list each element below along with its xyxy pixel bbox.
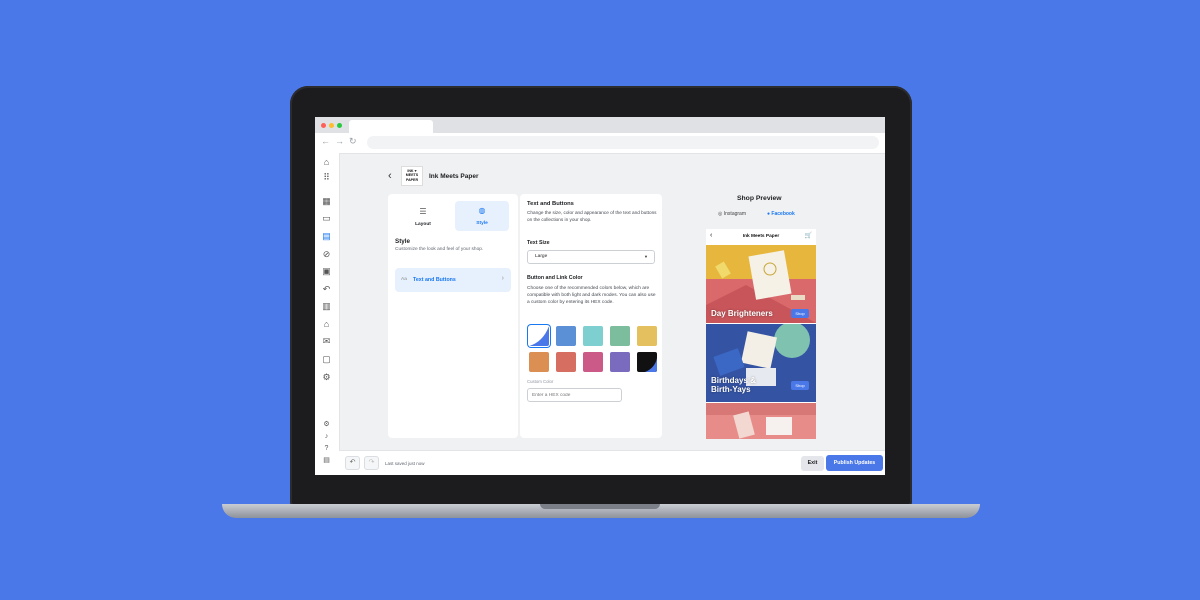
publish-updates-button[interactable]: Publish Updates <box>826 455 883 471</box>
tab-label: Instagram <box>723 211 746 217</box>
text-and-buttons-panel: Text and Buttons Change the size, color … <box>520 194 662 438</box>
settings-small-icon[interactable]: ⚙ <box>321 419 332 430</box>
browser-tab[interactable] <box>349 120 433 133</box>
monitor-icon[interactable]: ▭ <box>321 213 332 224</box>
text-size-icon: Aa <box>401 277 407 282</box>
laptop-notch <box>540 504 660 509</box>
report-icon[interactable]: ▤ <box>321 455 332 466</box>
tab-facebook[interactable]: ● Facebook <box>767 211 795 217</box>
window-maximize-dot[interactable] <box>337 123 342 128</box>
item-label: Text and Buttons <box>413 277 456 283</box>
address-bar[interactable] <box>367 136 879 149</box>
tab-label: Layout <box>415 222 431 227</box>
bank-icon[interactable]: ⌂ <box>321 319 332 330</box>
phone-preview: ‹ Ink Meets Paper 🛒 Day Brighteners Shop <box>706 229 816 439</box>
shop-button[interactable]: Shop <box>791 381 809 390</box>
half-swatch-icon <box>645 358 657 372</box>
text-size-select[interactable]: Large ▼ <box>527 250 655 264</box>
shop-logo: INK ♥ MEETS PAPER <box>401 166 423 186</box>
logo-line: PAPER <box>405 177 419 182</box>
color-swatch[interactable] <box>583 352 603 372</box>
reload-icon[interactable]: ↻ <box>349 136 357 147</box>
forward-arrow-icon[interactable]: → <box>335 136 344 146</box>
style-panel: ☰ Layout ◍ Style Style Customize the loo… <box>388 194 518 438</box>
back-arrow-icon[interactable]: ← <box>321 136 330 146</box>
browser-toolbar: ← → ↻ <box>315 133 885 154</box>
apps-grid-icon[interactable]: ⠿ <box>321 172 332 183</box>
cart-icon[interactable]: 🛒 <box>805 232 812 239</box>
home-icon[interactable]: ⌂ <box>321 157 332 168</box>
preview-title: Shop Preview <box>737 195 782 202</box>
shop-name: Ink Meets Paper <box>429 173 479 180</box>
help-icon[interactable]: ? <box>321 443 332 454</box>
collection-label: Birth-Yays <box>711 385 751 394</box>
chat-icon[interactable]: ▢ <box>321 354 332 365</box>
window-minimize-dot[interactable] <box>329 123 334 128</box>
color-swatch[interactable] <box>610 352 630 372</box>
button-color-description: Choose one of the recommended colors bel… <box>527 286 656 306</box>
panel-title: Style <box>395 238 411 245</box>
phone-header: ‹ Ink Meets Paper 🛒 <box>706 229 816 245</box>
grid-icon[interactable]: ▦ <box>321 196 332 207</box>
text-size-label: Text Size <box>527 240 550 246</box>
panel-description: Customize the look and feel of your shop… <box>395 247 484 252</box>
facebook-icon: ● <box>767 211 771 217</box>
chevron-right-icon: › <box>501 275 504 282</box>
bell-icon[interactable]: ♪ <box>321 431 332 442</box>
exit-button[interactable]: Exit <box>801 456 824 471</box>
caret-down-icon: ▼ <box>644 254 648 259</box>
tab-style[interactable]: ◍ Style <box>455 201 509 231</box>
color-swatch-blue[interactable] <box>529 326 549 346</box>
sidebar: ⌂ ⠿ ▦ ▭ ▤ ⊘ ▣ ↶ ▥ ⌂ ✉ ▢ ⚙ ⚙ ♪ ? ▤ <box>315 153 340 475</box>
redo-button[interactable]: ↷ <box>364 456 379 470</box>
color-swatch-black[interactable] <box>637 352 657 372</box>
block-icon[interactable]: ⊘ <box>321 249 332 260</box>
hex-code-input[interactable] <box>527 388 622 402</box>
button-color-label: Button and Link Color <box>527 275 583 281</box>
browser-window: ← → ↻ ⌂ ⠿ ▦ ▭ ▤ ⊘ ▣ ↶ ▥ ⌂ ✉ ▢ ⚙ ⚙ ♪ ? ▤ … <box>315 117 885 475</box>
custom-color-label: Custom Color <box>527 379 554 384</box>
footer-bar: ↶ ↷ Last saved just now Exit Publish Upd… <box>339 450 885 475</box>
collection-label: Birthdays & <box>711 376 756 385</box>
instagram-icon: ◎ <box>718 211 723 217</box>
color-swatch[interactable] <box>556 352 576 372</box>
save-status: Last saved just now <box>385 461 425 466</box>
undo-icon[interactable]: ↶ <box>321 284 332 295</box>
collection-tile[interactable]: Birthdays & Birth-Yays Shop <box>706 324 816 402</box>
panel-description: Change the size, color and appearance of… <box>527 210 657 222</box>
browser-tab-bar <box>315 117 885 133</box>
redo-icon: ↷ <box>368 459 375 466</box>
building-icon[interactable]: ▥ <box>321 301 332 312</box>
tab-layout[interactable]: ☰ Layout <box>398 202 448 232</box>
palette-icon: ◍ <box>478 206 486 215</box>
tab-label: Facebook <box>771 211 795 217</box>
color-swatch[interactable] <box>637 326 657 346</box>
undo-icon: ↶ <box>349 459 356 466</box>
mail-icon[interactable]: ✉ <box>321 336 332 347</box>
text-size-value: Large <box>535 254 548 259</box>
panel-title: Text and Buttons <box>527 201 574 207</box>
storefront-icon[interactable]: ▤ <box>321 231 332 242</box>
settings-icon[interactable]: ⚙ <box>321 372 332 383</box>
tab-instagram[interactable]: ◎ Instagram <box>718 211 746 217</box>
color-swatch[interactable] <box>583 326 603 346</box>
collection-tile[interactable]: Day Brighteners Shop <box>706 245 816 323</box>
undo-button[interactable]: ↶ <box>345 456 360 470</box>
collection-tile[interactable] <box>706 403 816 439</box>
color-swatch[interactable] <box>610 326 630 346</box>
tab-label: Style <box>476 221 488 226</box>
archive-icon[interactable]: ▣ <box>321 266 332 277</box>
shop-button[interactable]: Shop <box>791 309 809 318</box>
window-close-dot[interactable] <box>321 123 326 128</box>
collection-image <box>706 403 816 439</box>
color-swatch[interactable] <box>556 326 576 346</box>
text-and-buttons-item[interactable]: Aa Text and Buttons › <box>395 268 511 292</box>
back-chevron-icon[interactable]: ‹ <box>388 170 392 182</box>
collection-label: Day Brighteners <box>711 309 773 318</box>
list-icon: ☰ <box>419 207 427 216</box>
color-swatch[interactable] <box>529 352 549 372</box>
phone-shop-name: Ink Meets Paper <box>742 234 780 239</box>
half-swatch-icon <box>529 326 549 346</box>
